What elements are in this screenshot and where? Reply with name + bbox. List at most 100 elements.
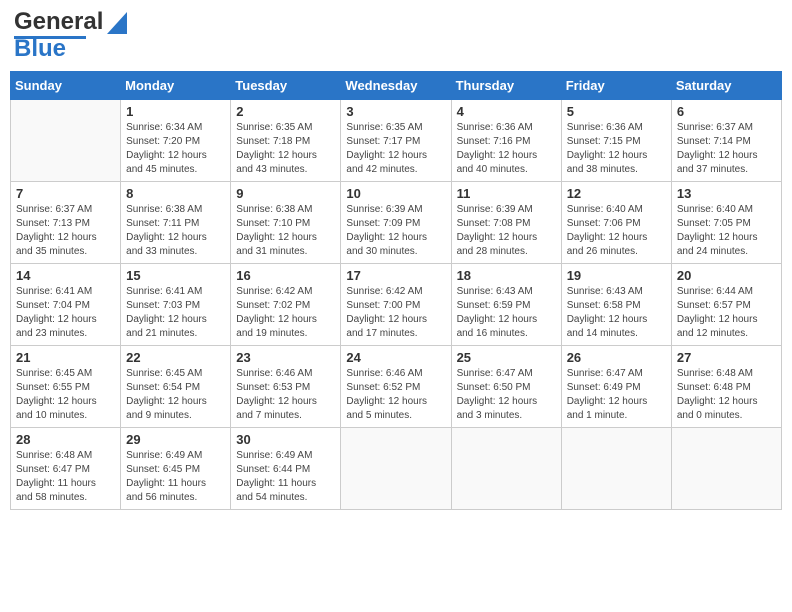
calendar-cell: 9Sunrise: 6:38 AMSunset: 7:10 PMDaylight… xyxy=(231,182,341,264)
calendar-cell: 5 Sunrise: 6:36 AMSunset: 7:15 PMDaylight… xyxy=(561,100,671,182)
day-number: 10 xyxy=(346,186,445,201)
day-info: Sunrise: 6:47 AMSunset: 6:50 PMDaylight:… xyxy=(457,367,556,423)
calendar-week-row: 21 Sunrise: 6:45 AMSunset: 6:55 PMDayligh… xyxy=(11,346,782,428)
day-number: 25 xyxy=(457,350,556,365)
day-info: Sunrise: 6:37 AMSunset: 7:14 PMDaylight:… xyxy=(677,121,776,177)
day-number: 16 xyxy=(236,268,335,283)
calendar-cell: 12Sunrise: 6:40 AMSunset: 7:06 PMDayligh… xyxy=(561,182,671,264)
day-of-week-header: Friday xyxy=(561,72,671,100)
calendar-cell: 17 Sunrise: 6:42 AMSunset: 7:00 PMDayligh… xyxy=(341,264,451,346)
day-number: 23 xyxy=(236,350,335,365)
day-number: 17 xyxy=(346,268,445,283)
day-number: 12 xyxy=(567,186,666,201)
day-number: 27 xyxy=(677,350,776,365)
day-number: 6 xyxy=(677,104,776,119)
day-number: 24 xyxy=(346,350,445,365)
day-info: Sunrise: 6:43 AMSunset: 6:59 PMDaylight:… xyxy=(457,285,556,341)
calendar-cell: 10 Sunrise: 6:39 AMSunset: 7:09 PMDayligh… xyxy=(341,182,451,264)
calendar-cell: 1 Sunrise: 6:34 AMSunset: 7:20 PMDaylight… xyxy=(121,100,231,182)
day-info: Sunrise: 6:36 AMSunset: 7:16 PMDaylight:… xyxy=(457,121,556,177)
day-number: 3 xyxy=(346,104,445,119)
calendar-cell: 6 Sunrise: 6:37 AMSunset: 7:14 PMDaylight… xyxy=(671,100,781,182)
day-number: 15 xyxy=(126,268,225,283)
calendar-cell: 7 Sunrise: 6:37 AMSunset: 7:13 PMDaylight… xyxy=(11,182,121,264)
day-number: 20 xyxy=(677,268,776,283)
day-info: Sunrise: 6:48 AMSunset: 6:47 PMDaylight:… xyxy=(16,449,115,505)
day-of-week-header: Thursday xyxy=(451,72,561,100)
calendar-cell xyxy=(561,428,671,510)
calendar-cell: 21 Sunrise: 6:45 AMSunset: 6:55 PMDayligh… xyxy=(11,346,121,428)
calendar-cell xyxy=(11,100,121,182)
day-info: Sunrise: 6:45 AMSunset: 6:55 PMDaylight:… xyxy=(16,367,115,423)
day-of-week-header: Wednesday xyxy=(341,72,451,100)
calendar-cell: 8 Sunrise: 6:38 AMSunset: 7:11 PMDaylight… xyxy=(121,182,231,264)
day-info: Sunrise: 6:47 AMSunset: 6:49 PMDaylight:… xyxy=(567,367,666,423)
calendar-cell: 4 Sunrise: 6:36 AMSunset: 7:16 PMDaylight… xyxy=(451,100,561,182)
calendar-cell: 16Sunrise: 6:42 AMSunset: 7:02 PMDayligh… xyxy=(231,264,341,346)
calendar-cell xyxy=(671,428,781,510)
calendar-cell: 28 Sunrise: 6:48 AMSunset: 6:47 PMDayligh… xyxy=(11,428,121,510)
calendar-week-row: 7 Sunrise: 6:37 AMSunset: 7:13 PMDaylight… xyxy=(11,182,782,264)
day-info: Sunrise: 6:39 AMSunset: 7:09 PMDaylight:… xyxy=(346,203,445,259)
calendar-cell: 26 Sunrise: 6:47 AMSunset: 6:49 PMDayligh… xyxy=(561,346,671,428)
day-info: Sunrise: 6:46 AMSunset: 6:52 PMDaylight:… xyxy=(346,367,445,423)
day-number: 26 xyxy=(567,350,666,365)
day-info: Sunrise: 6:42 AMSunset: 7:00 PMDaylight:… xyxy=(346,285,445,341)
day-info: Sunrise: 6:49 AMSunset: 6:45 PMDaylight:… xyxy=(126,449,225,505)
day-info: Sunrise: 6:45 AMSunset: 6:54 PMDaylight:… xyxy=(126,367,225,423)
day-number: 22 xyxy=(126,350,225,365)
day-info: Sunrise: 6:38 AMSunset: 7:11 PMDaylight:… xyxy=(126,203,225,259)
calendar-cell: 29Sunrise: 6:49 AMSunset: 6:45 PMDayligh… xyxy=(121,428,231,510)
logo-blue-text: Blue xyxy=(14,35,66,63)
calendar-cell: 2 Sunrise: 6:35 AMSunset: 7:18 PMDaylight… xyxy=(231,100,341,182)
day-info: Sunrise: 6:35 AMSunset: 7:18 PMDaylight:… xyxy=(236,121,335,177)
calendar-header-row: SundayMondayTuesdayWednesdayThursdayFrid… xyxy=(11,72,782,100)
day-number: 21 xyxy=(16,350,115,365)
day-info: Sunrise: 6:46 AMSunset: 6:53 PMDaylight:… xyxy=(236,367,335,423)
page-header: General Blue xyxy=(10,10,782,63)
day-info: Sunrise: 6:40 AMSunset: 7:05 PMDaylight:… xyxy=(677,203,776,259)
day-number: 4 xyxy=(457,104,556,119)
day-info: Sunrise: 6:36 AMSunset: 7:15 PMDaylight:… xyxy=(567,121,666,177)
day-info: Sunrise: 6:48 AMSunset: 6:48 PMDaylight:… xyxy=(677,367,776,423)
day-number: 1 xyxy=(126,104,225,119)
calendar-cell: 18Sunrise: 6:43 AMSunset: 6:59 PMDayligh… xyxy=(451,264,561,346)
day-number: 30 xyxy=(236,432,335,447)
day-number: 8 xyxy=(126,186,225,201)
day-number: 9 xyxy=(236,186,335,201)
calendar-week-row: 14Sunrise: 6:41 AMSunset: 7:04 PMDayligh… xyxy=(11,264,782,346)
calendar-cell xyxy=(451,428,561,510)
day-number: 14 xyxy=(16,268,115,283)
calendar-cell: 25 Sunrise: 6:47 AMSunset: 6:50 PMDayligh… xyxy=(451,346,561,428)
calendar-cell: 19 Sunrise: 6:43 AMSunset: 6:58 PMDayligh… xyxy=(561,264,671,346)
calendar-cell: 27 Sunrise: 6:48 AMSunset: 6:48 PMDayligh… xyxy=(671,346,781,428)
day-info: Sunrise: 6:35 AMSunset: 7:17 PMDaylight:… xyxy=(346,121,445,177)
day-number: 5 xyxy=(567,104,666,119)
calendar-cell: 11Sunrise: 6:39 AMSunset: 7:08 PMDayligh… xyxy=(451,182,561,264)
day-number: 11 xyxy=(457,186,556,201)
day-info: Sunrise: 6:37 AMSunset: 7:13 PMDaylight:… xyxy=(16,203,115,259)
day-info: Sunrise: 6:49 AMSunset: 6:44 PMDaylight:… xyxy=(236,449,335,505)
day-number: 19 xyxy=(567,268,666,283)
day-of-week-header: Saturday xyxy=(671,72,781,100)
day-info: Sunrise: 6:34 AMSunset: 7:20 PMDaylight:… xyxy=(126,121,225,177)
calendar-cell: 23 Sunrise: 6:46 AMSunset: 6:53 PMDayligh… xyxy=(231,346,341,428)
day-info: Sunrise: 6:43 AMSunset: 6:58 PMDaylight:… xyxy=(567,285,666,341)
calendar-cell: 14Sunrise: 6:41 AMSunset: 7:04 PMDayligh… xyxy=(11,264,121,346)
logo: General Blue xyxy=(14,10,127,63)
calendar-cell: 15Sunrise: 6:41 AMSunset: 7:03 PMDayligh… xyxy=(121,264,231,346)
day-number: 7 xyxy=(16,186,115,201)
calendar-cell: 3 Sunrise: 6:35 AMSunset: 7:17 PMDaylight… xyxy=(341,100,451,182)
calendar-cell: 24 Sunrise: 6:46 AMSunset: 6:52 PMDayligh… xyxy=(341,346,451,428)
day-info: Sunrise: 6:44 AMSunset: 6:57 PMDaylight:… xyxy=(677,285,776,341)
logo-triangle-icon xyxy=(107,12,127,34)
calendar-table: SundayMondayTuesdayWednesdayThursdayFrid… xyxy=(10,71,782,510)
calendar-cell: 22 Sunrise: 6:45 AMSunset: 6:54 PMDayligh… xyxy=(121,346,231,428)
calendar-week-row: 28 Sunrise: 6:48 AMSunset: 6:47 PMDayligh… xyxy=(11,428,782,510)
day-number: 2 xyxy=(236,104,335,119)
day-number: 28 xyxy=(16,432,115,447)
calendar-cell: 13 Sunrise: 6:40 AMSunset: 7:05 PMDayligh… xyxy=(671,182,781,264)
day-number: 13 xyxy=(677,186,776,201)
calendar-cell xyxy=(341,428,451,510)
calendar-week-row: 1 Sunrise: 6:34 AMSunset: 7:20 PMDaylight… xyxy=(11,100,782,182)
